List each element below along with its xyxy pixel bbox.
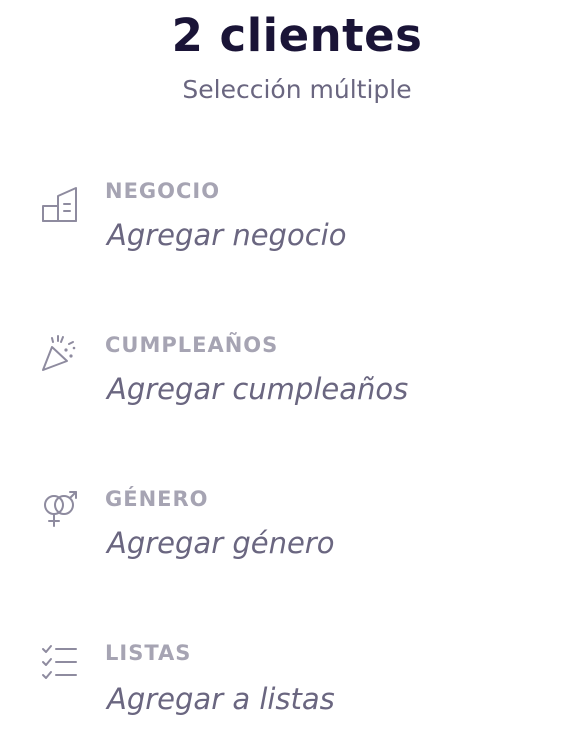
gender-field[interactable]: GÉNERO Agregar género: [0, 486, 570, 596]
add-birthday-value[interactable]: Agregar cumpleaños: [107, 370, 408, 408]
gender-icon: [40, 488, 80, 528]
birthday-label: CUMPLEAÑOS: [105, 333, 279, 357]
business-field[interactable]: NEGOCIO Agregar negocio: [0, 178, 570, 288]
add-gender-value[interactable]: Agregar género: [107, 524, 334, 562]
lists-field[interactable]: LISTAS Agregar a listas: [0, 640, 570, 750]
lists-label: LISTAS: [105, 641, 192, 665]
building-icon: [40, 184, 80, 224]
birthday-field[interactable]: CUMPLEAÑOS Agregar cumpleaños: [0, 332, 570, 442]
business-label: NEGOCIO: [105, 179, 221, 203]
page-subtitle: Selección múltiple: [182, 75, 412, 104]
party-popper-icon: [40, 334, 80, 374]
gender-label: GÉNERO: [105, 487, 209, 511]
add-to-lists-value[interactable]: Agregar a listas: [107, 680, 335, 718]
add-business-value[interactable]: Agregar negocio: [107, 216, 346, 254]
page-title: 2 clientes: [171, 9, 423, 62]
checklist-icon: [40, 642, 80, 682]
